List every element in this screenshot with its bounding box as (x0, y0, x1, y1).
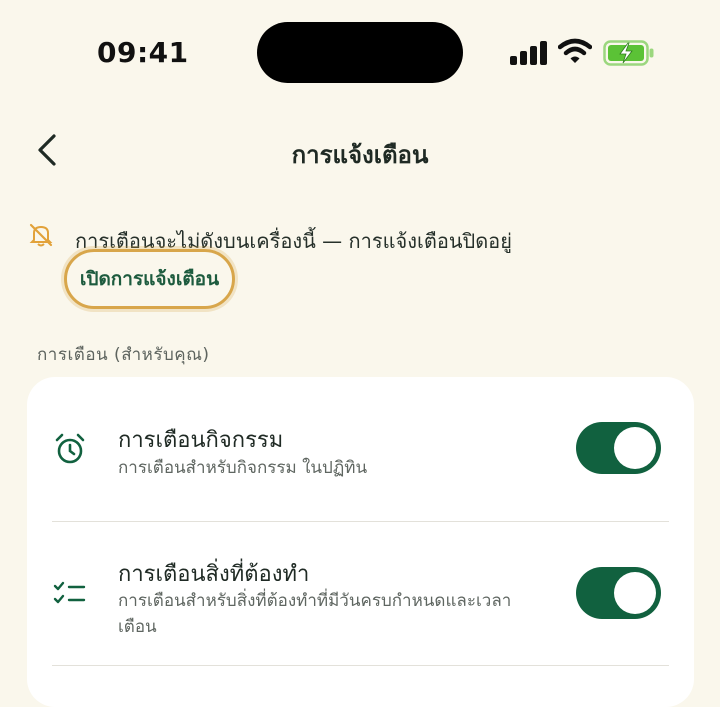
checklist-icon (53, 581, 86, 604)
enable-notifications-button[interactable]: เปิดการแจ้งเตือน (64, 249, 235, 309)
todo-reminders-title: การเตือนสิ่งที่ต้องทำ (118, 562, 310, 587)
status-time: 09:41 (97, 36, 189, 69)
event-reminders-row[interactable]: การเตือนกิจกรรม การเตือนสำหรับกิจกรรม ใน… (27, 377, 694, 521)
event-reminders-title: การเตือนกิจกรรม (118, 428, 284, 453)
battery-charging-icon (603, 40, 654, 66)
todo-reminders-row[interactable]: การเตือนสิ่งที่ต้องทำ การเตือนสำหรับสิ่ง… (27, 522, 694, 665)
section-label: การเตือน (สำหรับคุณ) (37, 345, 210, 365)
dynamic-island (257, 22, 463, 83)
event-reminders-toggle[interactable] (576, 422, 661, 474)
toggle-knob (614, 427, 656, 469)
todo-reminders-toggle[interactable] (576, 567, 661, 619)
bell-off-icon (29, 223, 53, 247)
todo-reminders-subtitle: การเตือนสำหรับสิ่งที่ต้องทำที่มีวันครบกำ… (118, 591, 512, 637)
reminders-card: การเตือนกิจกรรม การเตือนสำหรับกิจกรรม ใน… (27, 377, 694, 707)
wifi-icon (558, 38, 592, 63)
divider (52, 665, 669, 666)
page-title: การแจ้งเตือน (291, 141, 429, 169)
cellular-signal-icon (510, 41, 548, 65)
toggle-knob (614, 572, 656, 614)
event-reminders-subtitle: การเตือนสำหรับกิจกรรม ในปฏิทิน (118, 458, 368, 478)
alarm-clock-icon (55, 433, 85, 464)
